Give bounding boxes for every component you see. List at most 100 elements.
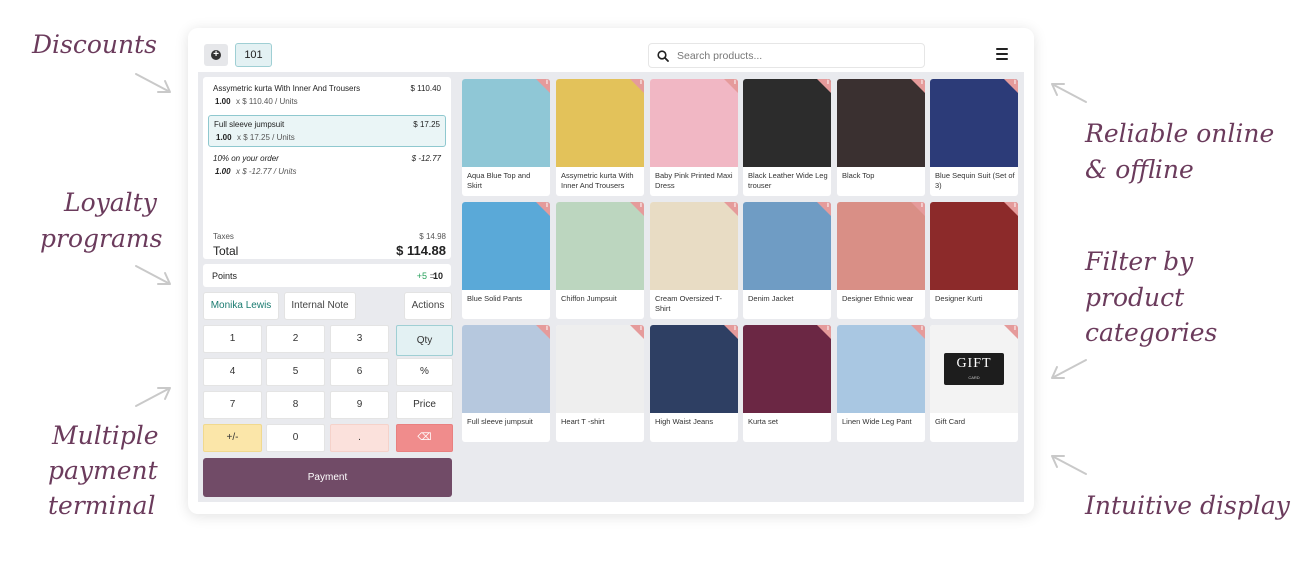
- product-card[interactable]: GIFT CARD i Gift Card: [930, 325, 1018, 442]
- product-name: Designer Ethnic wear: [842, 294, 914, 303]
- product-name: Gift Card: [935, 417, 966, 426]
- arrow-intuitive-icon: [1051, 455, 1087, 475]
- product-card[interactable]: i Designer Ethnic wear: [837, 202, 925, 319]
- numpad-1[interactable]: 1: [203, 325, 262, 353]
- total-value: $ 114.88: [396, 243, 446, 258]
- numpad-5[interactable]: 5: [266, 358, 325, 386]
- product-name: Chiffon Jumpsuit: [561, 294, 617, 303]
- annotation-payment-2: payment: [48, 456, 158, 485]
- order-line-unit: x $ -12.77 / Units: [236, 167, 297, 176]
- numpad-qty[interactable]: Qty: [396, 325, 453, 356]
- annotation-filter-3: categories: [1085, 318, 1218, 347]
- numpad-discount[interactable]: %: [396, 358, 453, 386]
- order-line-unit: x $ 110.40 / Units: [236, 97, 298, 106]
- product-name: Kurta set: [748, 417, 779, 426]
- order-line-qty: 1.00: [215, 97, 231, 106]
- product-name: Heart T -shirt: [561, 417, 605, 426]
- product-card[interactable]: i Blue Solid Pants: [462, 202, 550, 319]
- order-line-price: $ 110.40: [410, 84, 441, 93]
- annotation-reliable-1: Reliable online: [1085, 119, 1275, 148]
- order-line-price: $ -12.77: [411, 154, 441, 163]
- product-card[interactable]: i Blue Sequin Suit (Set of 3): [930, 79, 1018, 196]
- product-card[interactable]: i Black Top: [837, 79, 925, 196]
- numpad-backspace[interactable]: ⌫: [396, 424, 453, 452]
- plus-icon: +: [211, 50, 221, 60]
- numpad-3[interactable]: 3: [330, 325, 389, 353]
- product-card[interactable]: i Linen Wide Leg Pant: [837, 325, 925, 442]
- pos-window: + 101 Assymetric kurta With Inner And Tr…: [188, 28, 1034, 514]
- arrow-filter-icon: [1051, 359, 1087, 379]
- product-card[interactable]: i Heart T -shirt: [556, 325, 644, 442]
- product-card[interactable]: i High Waist Jeans: [650, 325, 738, 442]
- numpad-4[interactable]: 4: [203, 358, 262, 386]
- annotation-discounts: Discounts: [32, 30, 157, 59]
- order-line-name: Assymetric kurta With Inner And Trousers: [213, 84, 361, 93]
- taxes-value: $ 14.98: [419, 232, 446, 241]
- product-name: Full sleeve jumpsuit: [467, 417, 533, 426]
- annotation-payment-3: terminal: [48, 491, 156, 520]
- product-card[interactable]: i Denim Jacket: [743, 202, 831, 319]
- search-icon: [657, 49, 669, 62]
- taxes-label: Taxes: [213, 232, 234, 241]
- product-name: Aqua Blue Top and Skirt: [467, 171, 531, 190]
- numpad-2[interactable]: 2: [266, 325, 325, 353]
- product-card[interactable]: i Cream Oversized T-Shirt: [650, 202, 738, 319]
- order-tab[interactable]: 101: [235, 43, 272, 67]
- numpad-9[interactable]: 9: [330, 391, 389, 419]
- numpad-8[interactable]: 8: [266, 391, 325, 419]
- numpad-price[interactable]: Price: [396, 391, 453, 419]
- numpad-6[interactable]: 6: [330, 358, 389, 386]
- internal-note-button[interactable]: Internal Note: [284, 292, 356, 320]
- arrow-loyalty-icon: [135, 265, 171, 285]
- gift-card-logo-icon: GIFT CARD: [944, 353, 1004, 385]
- numpad-plus-minus[interactable]: +/-: [203, 424, 262, 452]
- annotation-filter-1: Filter by: [1085, 247, 1194, 276]
- order-line-name: Full sleeve jumpsuit: [214, 120, 285, 129]
- arrow-discounts-icon: [135, 73, 171, 93]
- product-card[interactable]: i Chiffon Jumpsuit: [556, 202, 644, 319]
- product-card[interactable]: i Aqua Blue Top and Skirt: [462, 79, 550, 196]
- arrow-payment-icon: [135, 387, 171, 407]
- order-list: Assymetric kurta With Inner And Trousers…: [203, 77, 451, 259]
- product-card[interactable]: i Full sleeve jumpsuit: [462, 325, 550, 442]
- product-name: Designer Kurti: [935, 294, 983, 303]
- points-label: Points: [212, 271, 238, 281]
- product-name: Blue Solid Pants: [467, 294, 523, 303]
- annotation-payment-1: Multiple: [52, 421, 159, 450]
- annotation-loyalty-1: Loyalty: [64, 188, 157, 217]
- product-card[interactable]: i Assymetric kurta With Inner And Trouse…: [556, 79, 644, 196]
- product-card[interactable]: i Kurta set: [743, 325, 831, 442]
- product-name: Linen Wide Leg Pant: [842, 417, 912, 426]
- actions-button[interactable]: Actions: [404, 292, 452, 320]
- product-name: Denim Jacket: [748, 294, 794, 303]
- payment-button[interactable]: Payment: [203, 458, 452, 497]
- order-line[interactable]: Assymetric kurta With Inner And Trousers…: [208, 80, 446, 111]
- product-card[interactable]: i Designer Kurti: [930, 202, 1018, 319]
- annotation-filter-2: product: [1085, 283, 1185, 312]
- numpad-0[interactable]: 0: [266, 424, 325, 452]
- order-line-name: 10% on your order: [213, 154, 279, 163]
- order-line-selected[interactable]: Full sleeve jumpsuit $ 17.25 1.00 x $ 17…: [208, 115, 446, 147]
- product-name: High Waist Jeans: [655, 417, 714, 426]
- top-bar: + 101: [188, 28, 1034, 72]
- product-card[interactable]: i Baby Pink Printed Maxi Dress: [650, 79, 738, 196]
- arrow-reliable-icon: [1051, 83, 1087, 103]
- customer-button[interactable]: Monika Lewis: [203, 292, 279, 320]
- search-bar[interactable]: [648, 43, 925, 68]
- annotation-reliable-2: & offline: [1085, 155, 1194, 184]
- product-name: Black Leather Wide Leg trouser: [748, 171, 828, 190]
- hamburger-menu-icon[interactable]: [996, 48, 1008, 60]
- new-order-button[interactable]: +: [204, 44, 228, 66]
- pos-body: Assymetric kurta With Inner And Trousers…: [198, 72, 1024, 502]
- product-name: Baby Pink Printed Maxi Dress: [655, 171, 733, 190]
- annotation-intuitive: Intuitive display: [1085, 491, 1290, 520]
- order-line-unit: x $ 17.25 / Units: [237, 133, 295, 142]
- numpad-7[interactable]: 7: [203, 391, 262, 419]
- points-total: 10: [432, 271, 443, 281]
- product-name: Black Top: [842, 171, 875, 180]
- product-name: Blue Sequin Suit (Set of 3): [935, 171, 1015, 190]
- search-input[interactable]: [677, 49, 897, 62]
- order-line-discount[interactable]: 10% on your order $ -12.77 1.00 x $ -12.…: [208, 150, 446, 181]
- product-card[interactable]: i Black Leather Wide Leg trouser: [743, 79, 831, 196]
- numpad-decimal[interactable]: .: [330, 424, 389, 452]
